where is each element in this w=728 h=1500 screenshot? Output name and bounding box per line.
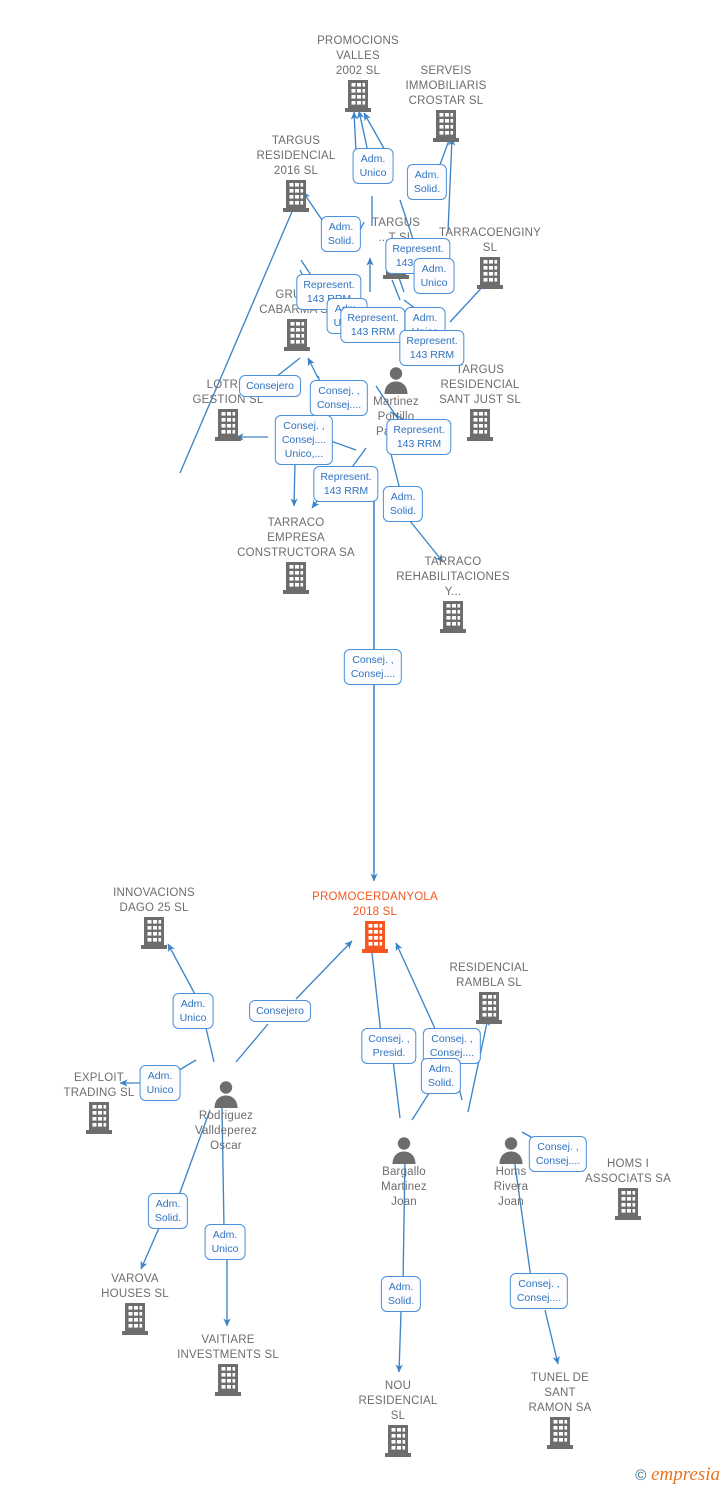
graph-node-varova_houses[interactable]: VAROVA HOUSES SL	[60, 1272, 210, 1336]
node-label: RESIDENCIAL RAMBLA SL	[449, 962, 529, 989]
building-icon	[283, 562, 309, 594]
building-icon	[323, 1424, 473, 1458]
node-label: INNOVACIONS DAGO 25 SL	[113, 887, 195, 914]
edge-role-label[interactable]: Represent. 143 RRM	[313, 466, 379, 502]
node-label: VAITIARE INVESTMENTS SL	[177, 1334, 279, 1361]
building-icon	[414, 991, 564, 1025]
building-icon	[284, 319, 310, 351]
edge-role-label[interactable]: Represent. 143 RRM	[386, 419, 452, 455]
building-icon	[362, 921, 388, 953]
node-label: SERVEIS IMMOBILIARIS CROSTAR SL	[405, 65, 487, 107]
watermark: © empresia	[635, 1464, 720, 1486]
node-label: TARGUS RESIDENCIAL 2016 SL	[256, 135, 336, 177]
graph-node-promocerdanyola[interactable]: PROMOCERDANYOLA 2018 SL	[300, 890, 450, 954]
edge-role-label[interactable]: Adm. Solid.	[147, 1193, 189, 1229]
graph-node-tarraco_rehab[interactable]: TARRACO REHABILITACIONES Y...	[378, 555, 528, 634]
node-label: VAROVA HOUSES SL	[101, 1273, 169, 1300]
edge-role-label[interactable]: Consej. , Presid.	[361, 1028, 417, 1064]
graph-node-innovacions_dago[interactable]: INNOVACIONS DAGO 25 SL	[79, 886, 229, 950]
building-icon	[79, 916, 229, 950]
edge-role-label[interactable]: Adm. Unico	[172, 993, 214, 1029]
building-icon	[615, 1188, 641, 1220]
building-icon	[300, 920, 450, 954]
edge-role-label[interactable]: Adm. Unico	[352, 148, 394, 184]
graph-node-targus_res_2016[interactable]: TARGUS RESIDENCIAL 2016 SL	[221, 134, 371, 213]
edge-role-label[interactable]: Adm. Unico	[413, 258, 455, 294]
node-label: TARGUS RESIDENCIAL SANT JUST SL	[439, 364, 521, 406]
graph-node-nou_residencial[interactable]: NOU RESIDENCIAL SL	[323, 1379, 473, 1458]
node-label: TUNEL DE SANT RAMON SA	[528, 1372, 592, 1414]
graph-node-tarraco_empresa[interactable]: TARRACO EMPRESA CONSTRUCTORA SA	[221, 516, 371, 595]
edge-role-label[interactable]: Adm. Solid.	[320, 216, 362, 252]
copyright-symbol: ©	[635, 1467, 647, 1484]
person-icon	[214, 1081, 238, 1108]
graph-node-tunel_sant_ramon[interactable]: TUNEL DE SANT RAMON SA	[485, 1371, 635, 1450]
building-icon	[283, 180, 309, 212]
person-icon	[392, 1137, 416, 1164]
building-icon	[215, 409, 241, 441]
building-icon	[553, 1187, 703, 1221]
edge-role-label[interactable]: Consej. , Consej....	[309, 380, 369, 416]
building-icon	[153, 1363, 303, 1397]
building-icon	[86, 1102, 112, 1134]
edge-role-label[interactable]: Consej. , Consej....	[343, 649, 403, 685]
building-icon	[433, 110, 459, 142]
graph-node-residencial_rambla[interactable]: RESIDENCIAL RAMBLA SL	[414, 961, 564, 1025]
building-icon	[122, 1303, 148, 1335]
building-icon	[221, 561, 371, 595]
edge-role-label[interactable]: Represent. 143 RRM	[340, 307, 406, 343]
node-label: Rodriguez Valldeperez Oscar	[194, 1110, 258, 1152]
building-icon	[467, 409, 493, 441]
edge-role-label[interactable]: Adm. Unico	[139, 1065, 181, 1101]
building-icon	[385, 1425, 411, 1457]
person-icon	[499, 1137, 523, 1164]
building-icon	[371, 109, 521, 143]
edge-role-label[interactable]: Adm. Solid.	[382, 486, 424, 522]
edge-role-label[interactable]: Consejero	[249, 1000, 311, 1022]
edge-role-label[interactable]: Consej. , Consej....	[528, 1136, 588, 1172]
building-icon	[215, 1364, 241, 1396]
edge-role-label[interactable]: Adm. Solid.	[420, 1058, 462, 1094]
building-icon	[485, 1416, 635, 1450]
node-label: TARRACO EMPRESA CONSTRUCTORA SA	[237, 517, 355, 559]
graph-node-serveis_crostar[interactable]: SERVEIS IMMOBILIARIS CROSTAR SL	[371, 64, 521, 143]
edge-role-label[interactable]: Consej. , Consej....	[509, 1273, 569, 1309]
building-icon	[141, 917, 167, 949]
node-label: PROMOCERDANYOLA 2018 SL	[312, 891, 438, 918]
building-icon	[60, 1302, 210, 1336]
edge-role-label[interactable]: Consej. , Consej.... Unico,...	[274, 415, 334, 465]
edge-role-label[interactable]: Adm. Unico	[204, 1224, 246, 1260]
building-icon	[221, 179, 371, 213]
node-label: NOU RESIDENCIAL SL	[358, 1380, 438, 1422]
building-icon	[477, 257, 503, 289]
node-label: TARRACO REHABILITACIONES Y...	[396, 556, 510, 598]
graph-node-vaitiare_investments[interactable]: VAITIARE INVESTMENTS SL	[153, 1333, 303, 1397]
brand-name: empresia	[651, 1464, 720, 1485]
building-icon	[345, 80, 371, 112]
edge-role-label[interactable]: Consejero	[239, 375, 301, 397]
building-icon	[547, 1417, 573, 1449]
edge-role-label[interactable]: Adm. Solid.	[380, 1276, 422, 1312]
edge-role-label[interactable]: Adm. Solid.	[406, 164, 448, 200]
building-icon	[440, 601, 466, 633]
building-icon	[378, 600, 528, 634]
edge-role-label[interactable]: Represent. 143 RRM	[399, 330, 465, 366]
building-icon	[476, 992, 502, 1024]
relationship-graph-canvas: PROMOCIONS VALLES 2002 SL SERVEIS IMMOBIL…	[0, 0, 728, 1500]
